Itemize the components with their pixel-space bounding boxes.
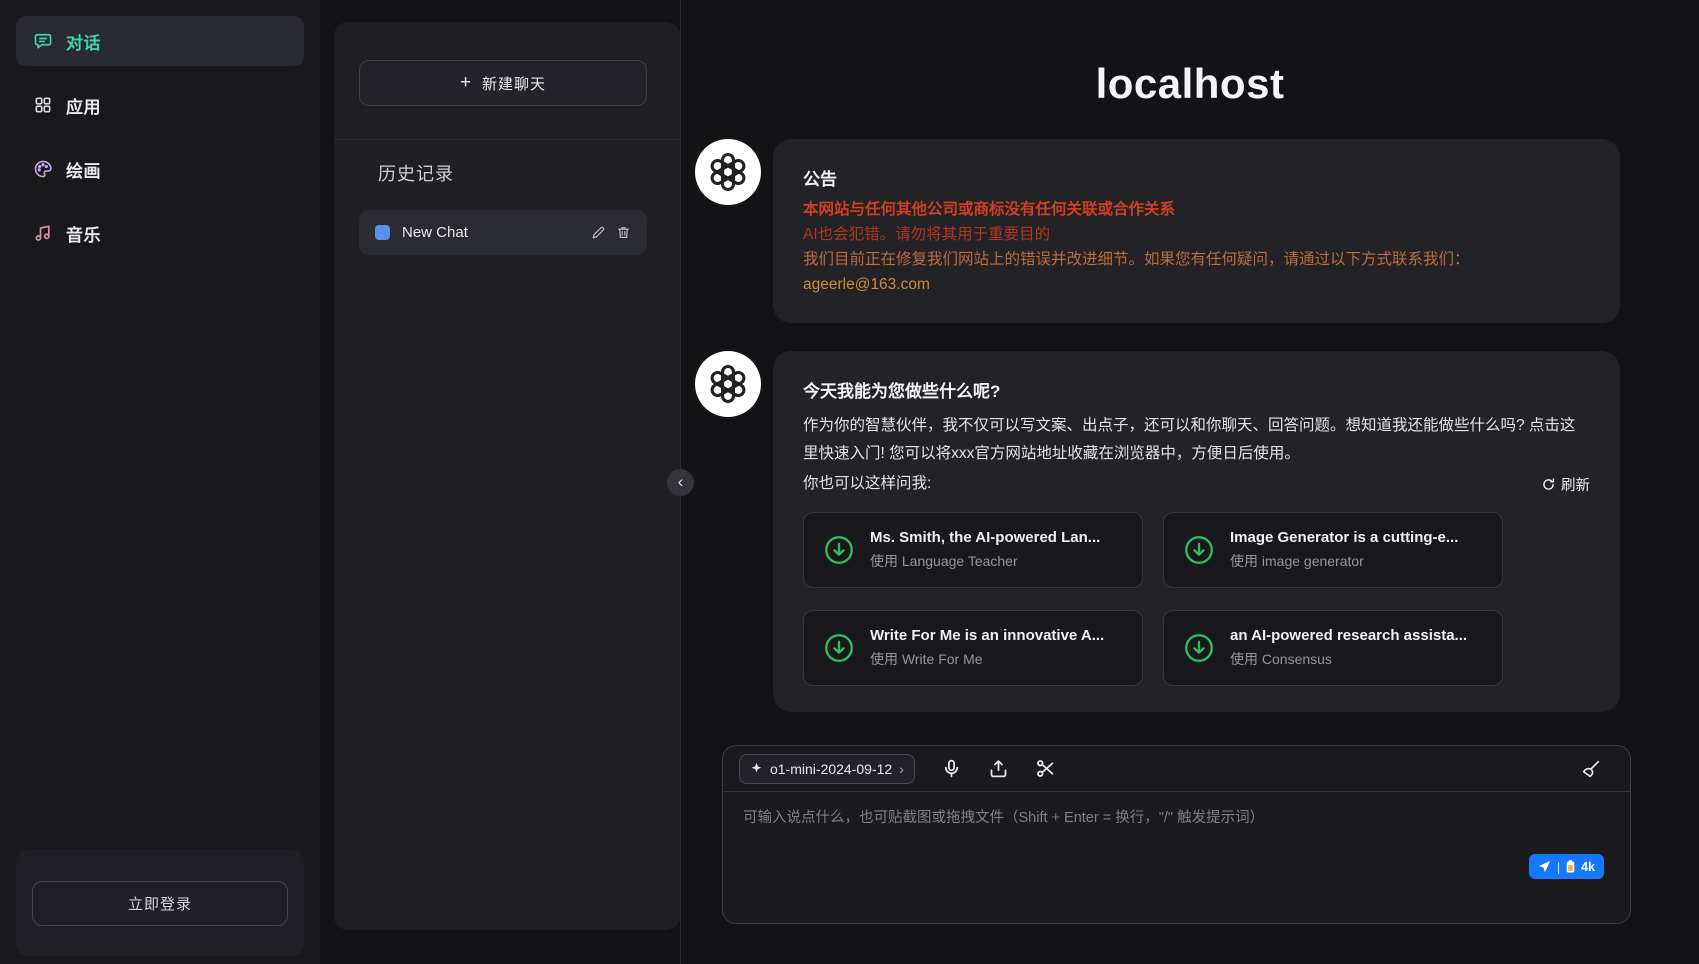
scissors-icon[interactable] (1035, 758, 1056, 779)
page-title: localhost (681, 60, 1699, 108)
palette-icon (33, 159, 53, 179)
chat-list-panel: + 新建聊天 历史记录 New Chat (334, 22, 680, 930)
greeting-title: 今天我能为您做些什么呢? (803, 377, 1590, 402)
edit-icon[interactable] (591, 225, 606, 240)
contact-email-link[interactable]: ageerle@163.com (803, 272, 930, 297)
sidebar-item-label: 音乐 (66, 221, 101, 246)
sparkle-icon (750, 762, 763, 775)
sidebar-item-draw[interactable]: 绘画 (16, 144, 304, 194)
announcement-line: 我们目前正在修复我们网站上的错误并改进细节。如果您有任何疑问，请通过以下方式联系… (803, 247, 1590, 272)
app-grid-icon (33, 95, 53, 115)
panel-divider (334, 139, 680, 140)
chat-item-actions (591, 225, 631, 240)
model-selector[interactable]: o1-mini-2024-09-12 › (739, 754, 915, 784)
ask-hint: 你也可以这样问我: (803, 470, 931, 498)
music-note-icon (33, 223, 53, 243)
send-button[interactable]: | 4k (1529, 854, 1604, 879)
sidebar-item-label: 应用 (66, 93, 101, 118)
clear-broom-icon[interactable] (1580, 758, 1602, 780)
circle-arrow-down-icon (1182, 631, 1216, 665)
assistant-avatar (695, 351, 761, 417)
greeting-body: 作为你的智慧伙伴，我不仅可以写文案、出点子，还可以和你聊天、回答问题。想知道我还… (803, 412, 1590, 468)
message-input[interactable] (743, 806, 1603, 876)
announcement-heading: 公告 (803, 165, 1590, 190)
sidebar-item-music[interactable]: 音乐 (16, 208, 304, 258)
suggestion-card[interactable]: Ms. Smith, the AI-powered Lan... 使用 Lang… (803, 512, 1143, 588)
suggestion-subtitle: 使用 image generator (1230, 551, 1458, 571)
suggestion-card[interactable]: Write For Me is an innovative A... 使用 Wr… (803, 610, 1143, 686)
history-heading: 历史记录 (378, 160, 454, 186)
circle-arrow-down-icon (822, 631, 856, 665)
composer-toolbar: o1-mini-2024-09-12 › (723, 746, 1630, 792)
plus-icon: + (460, 72, 472, 94)
chat-list-item[interactable]: New Chat (359, 210, 647, 255)
sidebar-item-chat[interactable]: 对话 (16, 16, 304, 66)
refresh-icon (1541, 477, 1556, 492)
suggestion-title: an AI-powered research assista... (1230, 627, 1467, 644)
sidebar-item-apps[interactable]: 应用 (16, 80, 304, 130)
collapse-sidebar-button[interactable]: ‹ (667, 469, 694, 496)
model-name: o1-mini-2024-09-12 (770, 761, 892, 777)
suggestion-title: Write For Me is an innovative A... (870, 627, 1104, 644)
chat-bubble-icon (33, 31, 53, 51)
refresh-label: 刷新 (1561, 474, 1590, 495)
announcement-line: AI也会犯错。请勿将其用于重要目的 (803, 222, 1590, 247)
suggestion-title: Ms. Smith, the AI-powered Lan... (870, 529, 1100, 546)
badge-divider: | (1557, 860, 1560, 874)
upload-icon[interactable] (988, 758, 1009, 779)
suggestion-grid: Ms. Smith, the AI-powered Lan... 使用 Lang… (803, 512, 1590, 686)
suggestion-subtitle: 使用 Language Teacher (870, 551, 1100, 571)
microphone-icon[interactable] (941, 758, 962, 779)
battery-icon (1566, 860, 1575, 873)
login-panel: 立即登录 (16, 850, 304, 956)
app-root: 对话 应用 绘画 (0, 0, 1699, 964)
chat-color-swatch (375, 225, 390, 240)
new-chat-button[interactable]: + 新建聊天 (359, 60, 647, 106)
openai-logo-icon (706, 362, 750, 406)
chevron-right-icon: › (899, 761, 904, 777)
announcement-line: 本网站与任何其他公司或商标没有任何关联或合作关系 (803, 197, 1590, 222)
suggestion-subtitle: 使用 Consensus (1230, 649, 1467, 669)
suggestion-title: Image Generator is a cutting-e... (1230, 529, 1458, 546)
sidebar-item-label: 对话 (66, 29, 101, 54)
new-chat-label: 新建聊天 (482, 73, 546, 94)
suggestion-card[interactable]: Image Generator is a cutting-e... 使用 ima… (1163, 512, 1503, 588)
circle-arrow-down-icon (1182, 533, 1216, 567)
refresh-button[interactable]: 刷新 (1541, 474, 1590, 495)
token-count: 4k (1581, 860, 1595, 874)
chat-item-title: New Chat (402, 224, 579, 241)
announcement-message: 公告 本网站与任何其他公司或商标没有任何关联或合作关系 AI也会犯错。请勿将其用… (773, 139, 1620, 323)
sidebar-item-label: 绘画 (66, 157, 101, 182)
openai-logo-icon (706, 150, 750, 194)
circle-arrow-down-icon (822, 533, 856, 567)
greeting-message: 今天我能为您做些什么呢? 作为你的智慧伙伴，我不仅可以写文案、出点子，还可以和你… (773, 351, 1620, 712)
login-button[interactable]: 立即登录 (32, 881, 288, 926)
paper-plane-icon (1538, 860, 1551, 873)
assistant-avatar (695, 139, 761, 205)
suggestion-subtitle: 使用 Write For Me (870, 649, 1104, 669)
composer: o1-mini-2024-09-12 › (722, 745, 1631, 924)
suggestion-card[interactable]: an AI-powered research assista... 使用 Con… (1163, 610, 1503, 686)
delete-icon[interactable] (616, 225, 631, 240)
sidebar: 对话 应用 绘画 (0, 0, 320, 964)
